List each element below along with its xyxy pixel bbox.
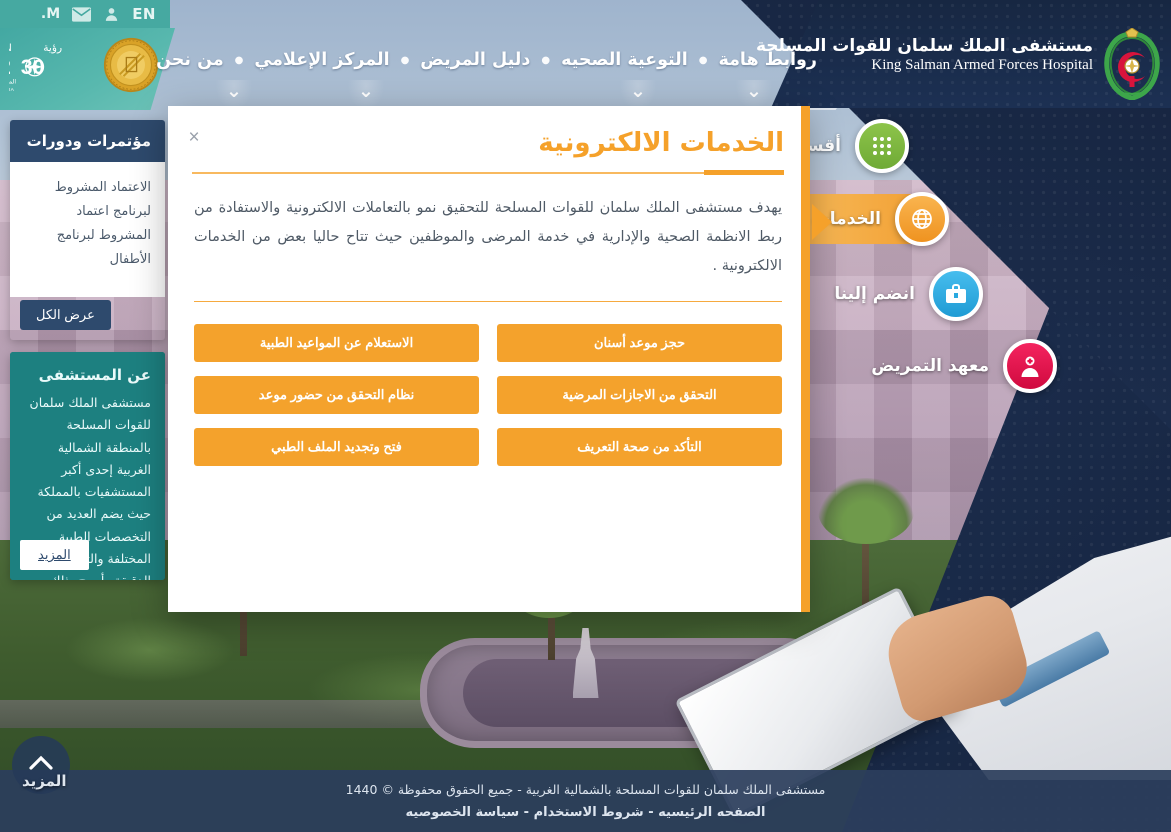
utility-bar: EN M.	[0, 0, 170, 28]
modal-accent-bar	[801, 106, 810, 612]
svg-text:KINGDOM OF SAUDI ARABIA: KINGDOM OF SAUDI ARABIA	[9, 87, 15, 93]
nurse-icon	[1003, 339, 1057, 393]
e-services-modal: × الخدمات الالكترونية يهدف مستشفى الملك …	[168, 106, 832, 612]
user-icon[interactable]	[103, 6, 120, 23]
events-view-all-button[interactable]: عرض الكل	[20, 300, 111, 330]
nav-item-health-awareness[interactable]: التوعية الصحيه	[552, 50, 697, 70]
about-more-button[interactable]: المزيد	[20, 540, 89, 570]
e-services-button-grid: حجز موعد أسنان الاستعلام عن المواعيد الط…	[168, 302, 808, 466]
service-button-appointment-attendance[interactable]: نظام التحقق من حضور موعد	[194, 376, 479, 414]
brand-title: مستشفى الملك سلمان للقوات المسلحة King S…	[756, 36, 1093, 74]
footer-separator: -	[648, 805, 654, 820]
service-button-open-renew-medical-file[interactable]: فتح وتجديد الملف الطبي	[194, 428, 479, 466]
language-toggle[interactable]: EN	[132, 5, 156, 23]
footer-link-terms[interactable]: شروط الاستخدام	[534, 805, 644, 820]
sidebar-label-join-us: انضم إلينا	[834, 284, 915, 304]
site-map-link[interactable]: M.	[41, 6, 60, 22]
nav-item-about-us[interactable]: من نحن	[147, 50, 233, 70]
service-button-appointment-inquiry[interactable]: الاستعلام عن المواعيد الطبية	[194, 324, 479, 362]
modal-pointer-arrow	[812, 204, 832, 240]
modal-title-underline	[192, 168, 784, 178]
svg-text:المملكة العربية السعودية: المملكة العربية السعودية	[9, 79, 16, 86]
footer-links: الصفحه الرئيسيه - شروط الاستخدام - سياسة…	[406, 805, 766, 820]
events-card-title: مؤتمرات ودورات	[10, 120, 165, 162]
sidebar-label-nursing-institute: معهد التمريض	[871, 356, 989, 376]
sidebar-item-nursing-institute[interactable]: معهد التمريض	[857, 338, 1057, 394]
about-card-title: عن المستشفى	[38, 366, 151, 384]
service-button-verify-certificate[interactable]: التأكد من صحة التعريف	[497, 428, 782, 466]
brand-title-arabic: مستشفى الملك سلمان للقوات المسلحة	[755, 36, 1093, 56]
sidebar-item-join-us[interactable]: انضم إلينا	[820, 266, 983, 322]
nav-separator-dot: ●	[400, 54, 410, 66]
nav-separator-dot: ●	[541, 54, 551, 66]
service-button-sick-leave-verification[interactable]: التحقق من الاجازات المرضية	[497, 376, 782, 414]
palm-canopy	[818, 478, 914, 544]
svg-text:VISION: VISION	[9, 42, 13, 54]
svg-text:2: 2	[9, 55, 11, 79]
footer-copyright: مستشفى الملك سلمان للقوات المسلحة بالشما…	[345, 782, 826, 797]
footer-link-privacy[interactable]: سياسة الخصوصيه	[406, 805, 520, 820]
footer-link-home[interactable]: الصفحه الرئيسيه	[658, 805, 765, 820]
svg-text:30: 30	[21, 55, 45, 79]
about-hospital-card: عن المستشفى مستشفى الملك سلمان للقوات ال…	[10, 352, 165, 580]
nav-item-media-center[interactable]: المركز الإعلامي	[245, 50, 398, 70]
brand-title-english: King Salman Armed Forces Hospital	[871, 57, 1093, 73]
close-icon[interactable]: ×	[182, 126, 206, 150]
modal-description: يهدف مستشفى الملك سلمان للقوات المسلحة ل…	[194, 200, 782, 274]
events-card: مؤتمرات ودورات الاعتماد المشروط لبرنامج …	[10, 120, 165, 340]
briefcase-icon	[929, 267, 983, 321]
scroll-to-top-label: المزيد	[22, 772, 67, 790]
vision-2030-logo: VISION رؤية 2 30 المملكة العربية السعودي…	[0, 36, 94, 96]
site-footer: مستشفى الملك سلمان للقوات المسلحة بالشما…	[0, 770, 1171, 832]
svg-text:رؤية: رؤية	[43, 41, 62, 54]
nav-item-patient-guide[interactable]: دليل المريض	[411, 50, 539, 70]
nav-separator-dot: ●	[698, 54, 708, 66]
footer-separator: -	[523, 805, 530, 820]
modal-divider	[194, 301, 782, 302]
site-header: VISION رؤية 2 30 المملكة العربية السعودي…	[0, 0, 1171, 110]
hospital-emblem-logo	[1099, 27, 1165, 101]
events-card-body: الاعتماد المشروط لبرنامج اعتماد المشروط …	[10, 162, 165, 297]
envelope-icon[interactable]	[72, 6, 92, 22]
modal-title: الخدمات الالكترونية	[538, 128, 784, 158]
grid-icon	[855, 119, 909, 173]
service-button-dental-appointment[interactable]: حجز موعد أسنان	[497, 324, 782, 362]
nav-separator-dot: ●	[234, 54, 244, 66]
globe-icon	[895, 192, 949, 246]
